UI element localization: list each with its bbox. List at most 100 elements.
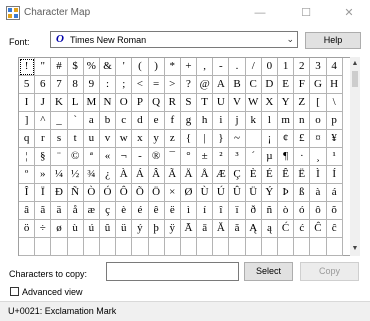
character-cell[interactable]: ú bbox=[83, 220, 100, 238]
character-cell[interactable] bbox=[83, 238, 100, 256]
character-cell[interactable]: À bbox=[116, 166, 133, 184]
character-cell[interactable]: è bbox=[116, 202, 133, 220]
character-cell[interactable]: H bbox=[326, 76, 343, 94]
character-cell[interactable]: à bbox=[310, 184, 327, 202]
character-cell[interactable]: s bbox=[51, 130, 68, 148]
character-cell[interactable]: ± bbox=[197, 148, 214, 166]
character-cell[interactable]: _ bbox=[51, 112, 68, 130]
character-cell[interactable]: ¾ bbox=[83, 166, 100, 184]
character-cell[interactable] bbox=[261, 238, 278, 256]
character-cell[interactable]: : bbox=[99, 76, 117, 94]
character-cell[interactable]: á bbox=[326, 184, 343, 202]
character-cell[interactable] bbox=[180, 238, 198, 256]
character-cell[interactable]: K bbox=[51, 94, 68, 112]
character-cell[interactable]: l bbox=[261, 112, 278, 130]
character-cell[interactable] bbox=[278, 238, 295, 256]
character-cell[interactable]: ° bbox=[180, 148, 198, 166]
character-cell[interactable]: ā bbox=[197, 220, 214, 238]
character-cell[interactable] bbox=[229, 238, 246, 256]
character-cell[interactable] bbox=[51, 238, 68, 256]
character-cell[interactable]: q bbox=[19, 130, 36, 148]
character-cell[interactable]: å bbox=[67, 202, 84, 220]
character-cell[interactable]: Ä bbox=[180, 166, 198, 184]
character-cell[interactable] bbox=[19, 238, 36, 256]
maximize-button[interactable]: ☐ bbox=[284, 0, 328, 26]
character-cell[interactable]: ý bbox=[132, 220, 149, 238]
character-cell[interactable]: × bbox=[164, 184, 181, 202]
character-cell[interactable]: Ù bbox=[197, 184, 214, 202]
character-cell[interactable]: / bbox=[245, 58, 262, 76]
character-cell[interactable]: P bbox=[132, 94, 149, 112]
character-cell[interactable]: ë bbox=[164, 202, 181, 220]
characters-to-copy-input[interactable] bbox=[106, 262, 239, 281]
character-cell[interactable]: E bbox=[278, 76, 295, 94]
character-cell[interactable]: ª bbox=[83, 148, 100, 166]
character-cell[interactable]: t bbox=[67, 130, 84, 148]
character-cell[interactable]: ÿ bbox=[164, 220, 181, 238]
character-cell[interactable]: > bbox=[164, 76, 181, 94]
character-cell[interactable]: @ bbox=[197, 76, 214, 94]
character-cell[interactable]: Ñ bbox=[67, 184, 84, 202]
character-cell[interactable]: f bbox=[164, 112, 181, 130]
character-cell[interactable]: & bbox=[99, 58, 117, 76]
character-cell[interactable]: ą bbox=[261, 220, 278, 238]
character-cell[interactable]: w bbox=[116, 130, 133, 148]
character-cell[interactable] bbox=[326, 238, 343, 256]
character-cell[interactable]: ½ bbox=[67, 166, 84, 184]
character-cell[interactable]: ¢ bbox=[278, 130, 295, 148]
character-cell[interactable]: h bbox=[197, 112, 214, 130]
character-cell[interactable]: N bbox=[99, 94, 117, 112]
select-button[interactable]: Select bbox=[244, 262, 293, 281]
character-cell[interactable]: 5 bbox=[19, 76, 36, 94]
character-cell[interactable]: ¦ bbox=[19, 148, 36, 166]
character-cell[interactable]: e bbox=[148, 112, 165, 130]
character-cell[interactable]: õ bbox=[326, 202, 343, 220]
character-cell[interactable]: É bbox=[261, 166, 278, 184]
character-cell[interactable]: Ë bbox=[294, 166, 311, 184]
character-cell[interactable]: v bbox=[99, 130, 117, 148]
character-cell[interactable]: ¡ bbox=[261, 130, 278, 148]
character-cell[interactable]: ¬ bbox=[116, 148, 133, 166]
character-cell[interactable]: Ā bbox=[180, 220, 198, 238]
character-cell[interactable]: ¥ bbox=[326, 130, 343, 148]
character-cell[interactable] bbox=[132, 238, 149, 256]
character-cell[interactable]: ß bbox=[294, 184, 311, 202]
character-cell[interactable]: « bbox=[99, 148, 117, 166]
character-cell[interactable]: © bbox=[67, 148, 84, 166]
character-cell[interactable]: j bbox=[229, 112, 246, 130]
character-cell[interactable]: Ø bbox=[180, 184, 198, 202]
character-cell[interactable]: £ bbox=[294, 130, 311, 148]
character-cell[interactable]: J bbox=[35, 94, 52, 112]
character-cell[interactable]: Ê bbox=[278, 166, 295, 184]
character-cell[interactable]: ü bbox=[116, 220, 133, 238]
character-cell[interactable]: ¶ bbox=[278, 148, 295, 166]
character-cell[interactable]: p bbox=[326, 112, 343, 130]
title-bar[interactable]: Character Map — ☐ ✕ bbox=[0, 0, 370, 26]
character-cell[interactable]: W bbox=[245, 94, 262, 112]
character-cell[interactable]: { bbox=[180, 130, 198, 148]
character-cell[interactable]: Ã bbox=[164, 166, 181, 184]
character-cell[interactable]: Ą bbox=[245, 220, 262, 238]
character-cell[interactable]: O bbox=[116, 94, 133, 112]
character-cell[interactable]: L bbox=[67, 94, 84, 112]
character-cell[interactable]: 1 bbox=[278, 58, 295, 76]
character-cell[interactable]: ê bbox=[148, 202, 165, 220]
chevron-down-icon[interactable]: ⌄ bbox=[286, 34, 294, 45]
character-cell[interactable]: Æ bbox=[213, 166, 230, 184]
character-cell[interactable]: ~ bbox=[229, 130, 246, 148]
character-cell[interactable]: 8 bbox=[67, 76, 84, 94]
character-cell[interactable]: | bbox=[197, 130, 214, 148]
scrollbar-thumb[interactable] bbox=[352, 71, 358, 87]
character-cell[interactable]: ' bbox=[116, 58, 133, 76]
character-cell[interactable]: » bbox=[35, 166, 52, 184]
character-cell[interactable]: ö bbox=[19, 220, 36, 238]
character-cell[interactable]: Õ bbox=[132, 184, 149, 202]
character-cell[interactable]: b bbox=[99, 112, 117, 130]
character-cell[interactable]: ñ bbox=[261, 202, 278, 220]
character-cell[interactable]: Ô bbox=[116, 184, 133, 202]
character-cell[interactable]: Ì bbox=[310, 166, 327, 184]
character-cell[interactable]: º bbox=[19, 166, 36, 184]
character-cell[interactable]: M bbox=[83, 94, 100, 112]
character-cell[interactable]: · bbox=[294, 148, 311, 166]
character-cell[interactable]: ò bbox=[278, 202, 295, 220]
